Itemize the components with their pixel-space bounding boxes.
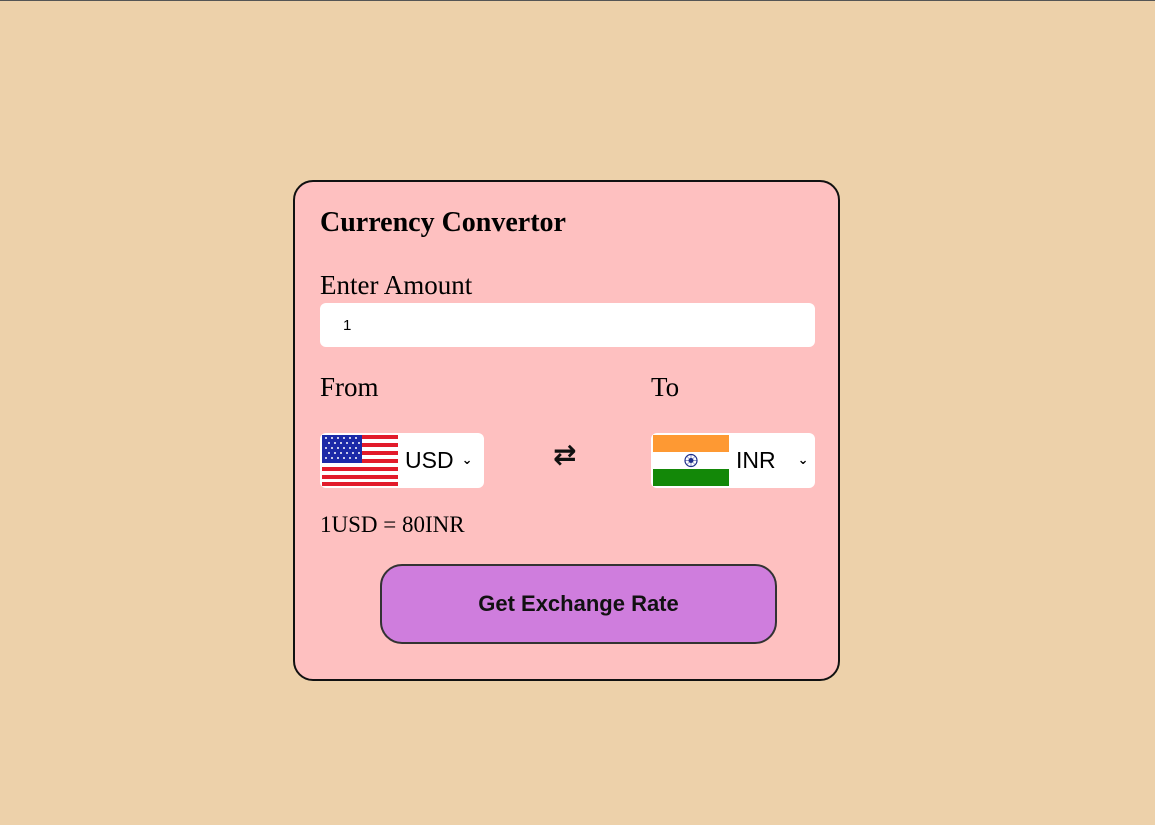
amount-input[interactable] [320, 303, 815, 347]
exchange-rate-message: 1USD = 80INR [320, 512, 465, 537]
converter-card: Currency Convertor Enter Amount From To … [293, 180, 840, 681]
get-exchange-rate-button[interactable]: Get Exchange Rate [380, 564, 777, 644]
from-currency-value: USD [405, 447, 454, 473]
to-currency-select[interactable]: INR ⌄ [651, 433, 815, 488]
chevron-down-icon: ⌄ [797, 453, 809, 468]
from-label: From [320, 372, 379, 402]
us-flag-icon [322, 435, 398, 486]
chevron-down-icon: ⌄ [461, 453, 473, 468]
amount-label: Enter Amount [320, 270, 473, 300]
india-flag-icon [653, 435, 729, 486]
swap-arrows-icon[interactable]: ⇄ [553, 438, 576, 471]
to-currency-value: INR [736, 447, 776, 473]
page-title: Currency Convertor [320, 207, 566, 238]
to-label: To [651, 372, 680, 402]
from-currency-select[interactable]: USD ⌄ [320, 433, 484, 488]
